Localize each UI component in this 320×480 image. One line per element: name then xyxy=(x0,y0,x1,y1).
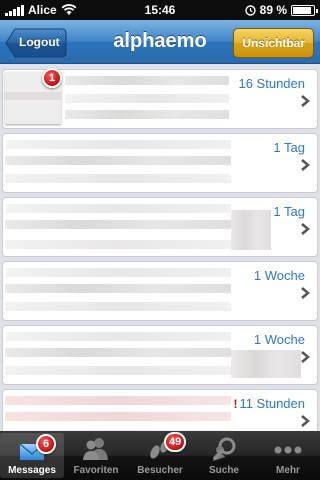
message-item[interactable]: ! 11 Stunden xyxy=(2,389,318,431)
chevron-right-icon xyxy=(301,415,311,427)
blurred-preview-line xyxy=(5,220,231,229)
blurred-preview-line xyxy=(5,156,231,165)
message-item[interactable]: 1 16 Stunden xyxy=(2,68,318,129)
blurred-preview-line xyxy=(65,94,229,103)
blurred-preview-line xyxy=(5,174,231,183)
blurred-preview-line xyxy=(65,76,229,85)
blurred-preview-line xyxy=(5,412,231,421)
message-timestamp: 1 Tag xyxy=(273,204,305,219)
blurred-preview-line xyxy=(5,348,231,357)
message-timestamp-text: 11 Stunden xyxy=(239,396,305,411)
people-icon xyxy=(83,438,108,460)
battery-icon xyxy=(291,4,318,16)
alarm-icon xyxy=(244,4,256,16)
message-timestamp: ! 11 Stunden xyxy=(233,396,305,411)
tab-suche[interactable]: Suche xyxy=(192,431,256,480)
chevron-right-icon xyxy=(301,95,311,107)
unread-badge: 1 xyxy=(42,68,62,88)
blurred-preview-line xyxy=(5,284,231,293)
tab-label: Mehr xyxy=(276,465,300,476)
message-timestamp: 16 Stunden xyxy=(238,76,305,91)
message-item[interactable]: 1 Woche xyxy=(2,261,318,321)
more-dots-icon xyxy=(274,446,302,454)
message-item[interactable]: 1 Tag xyxy=(2,197,318,257)
blurred-preview-line xyxy=(5,140,231,149)
chevron-right-icon xyxy=(301,223,311,235)
tab-favoriten[interactable]: Favoriten xyxy=(64,431,128,480)
blurred-preview-line xyxy=(5,366,231,375)
chevron-right-icon xyxy=(301,287,311,299)
blurred-preview-line xyxy=(5,302,231,311)
message-item[interactable]: 1 Woche xyxy=(2,325,318,385)
tab-label: Messages xyxy=(8,465,56,476)
message-list[interactable]: 1 16 Stunden 1 Tag 1 Tag 1 Woche 1 Woche xyxy=(0,65,320,431)
message-timestamp: 1 Woche xyxy=(253,332,305,347)
tab-messages[interactable]: 6 Messages xyxy=(0,433,64,478)
navigation-bar: Logout alphaemo Unsichtbar xyxy=(0,20,320,64)
blurred-preview-line xyxy=(5,240,231,249)
blurred-image-block xyxy=(231,210,271,250)
messages-badge: 6 xyxy=(36,434,56,454)
blurred-image-block xyxy=(231,350,301,378)
tab-label: Favoriten xyxy=(73,465,119,476)
visitors-badge: 49 xyxy=(164,432,187,452)
urgent-mark: ! xyxy=(233,397,238,411)
invisible-mode-button[interactable]: Unsichtbar xyxy=(233,28,314,58)
blurred-preview-line xyxy=(5,204,231,213)
tab-label: Suche xyxy=(208,465,239,476)
blurred-preview-line xyxy=(5,268,231,277)
tab-besucher[interactable]: 49 Besucher xyxy=(128,431,192,480)
magnifier-icon xyxy=(213,437,236,461)
chevron-right-icon xyxy=(301,351,311,363)
tab-mehr[interactable]: Mehr xyxy=(256,431,320,480)
status-bar: Alice 15:46 89 % xyxy=(0,0,320,20)
tab-bar: 6 Messages Favoriten 49 Besucher Suche M… xyxy=(0,431,320,480)
blurred-preview-line xyxy=(65,110,229,119)
message-item[interactable]: 1 Tag xyxy=(2,133,318,193)
tab-label: Besucher xyxy=(137,465,183,476)
status-bar-right: 89 % xyxy=(244,3,318,17)
blurred-preview-line xyxy=(5,332,231,341)
message-timestamp: 1 Tag xyxy=(273,140,305,155)
chevron-right-icon xyxy=(301,159,311,171)
blurred-preview-line xyxy=(5,396,231,405)
message-timestamp: 1 Woche xyxy=(253,268,305,283)
battery-percent: 89 % xyxy=(259,3,287,17)
